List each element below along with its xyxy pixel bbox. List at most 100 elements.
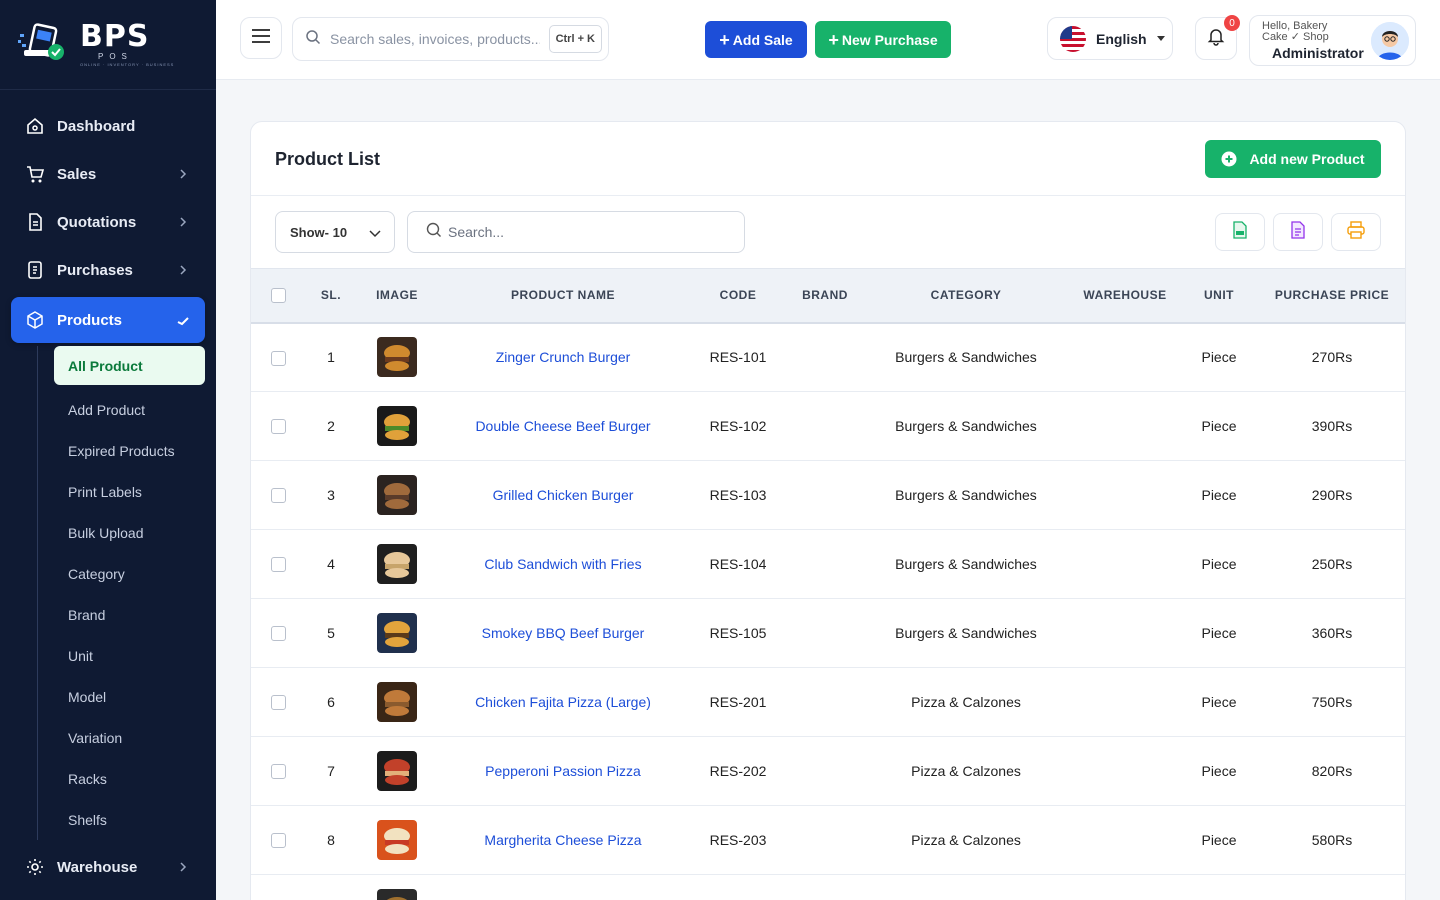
- sidebar-item-products[interactable]: Products: [11, 297, 205, 343]
- product-name-link[interactable]: Club Sandwich with Fries: [437, 529, 689, 599]
- submenu-unit[interactable]: Unit: [54, 635, 216, 676]
- column-header[interactable]: IMAGE: [357, 269, 437, 323]
- sidebar-item-purchases[interactable]: Purchases: [11, 246, 205, 294]
- cell-warehouse: [1069, 529, 1181, 599]
- menu-toggle-button[interactable]: [240, 17, 282, 59]
- table-row[interactable]: 7 Pepperoni Passion Pizza RES-202 Pizza & C…: [251, 736, 1405, 806]
- row-checkbox[interactable]: [270, 488, 286, 504]
- select-all-checkbox[interactable]: [270, 287, 286, 303]
- global-search-input[interactable]: [330, 31, 540, 47]
- product-list-card: Product List Add new Product Show- 10 Se…: [250, 121, 1406, 900]
- cell-category: Burgers & Sandwiches: [863, 460, 1069, 530]
- row-checkbox[interactable]: [270, 695, 286, 711]
- search-icon: [426, 222, 442, 243]
- submenu-variation[interactable]: Variation: [54, 717, 216, 758]
- cell-sl: 2: [305, 391, 357, 461]
- cell-warehouse: [1069, 391, 1181, 461]
- user-menu[interactable]: Hello, Bakery Cake ✓ Shop Administrator: [1249, 15, 1416, 66]
- table-header-row: SL. IMAGE PRODUCT NAME CODE BRAND CATEGO…: [251, 268, 1405, 323]
- notifications-button[interactable]: 0: [1195, 15, 1240, 60]
- cell-sl: 5: [305, 598, 357, 668]
- cell-warehouse: [1069, 667, 1181, 737]
- submenu-expired-products[interactable]: Expired Products: [54, 430, 216, 471]
- new-purchase-button[interactable]: + New Purchase: [815, 21, 951, 58]
- sidebar-item-sales[interactable]: Sales: [11, 150, 205, 198]
- table-search-input[interactable]: [448, 224, 728, 240]
- product-name-link[interactable]: Chicken Fajita Pizza (Large): [437, 667, 689, 737]
- add-new-product-button[interactable]: Add new Product: [1205, 140, 1381, 178]
- submenu-category[interactable]: Category: [54, 553, 216, 594]
- row-select-cell: [251, 736, 305, 806]
- submenu-all-product[interactable]: All Product: [54, 346, 205, 385]
- cell-brand: [787, 736, 863, 806]
- product-name-link[interactable]: Zinger Crunch Burger: [437, 322, 689, 392]
- product-name-link[interactable]: [437, 874, 689, 900]
- home-icon: [25, 116, 45, 136]
- brand-logo[interactable]: BPS POS ONLINE · INVENTORY · BUSINESS: [0, 0, 216, 90]
- brand-sub: POS: [98, 51, 133, 61]
- language-selector[interactable]: English: [1047, 17, 1173, 60]
- row-checkbox[interactable]: [270, 557, 286, 573]
- cell-sl: 1: [305, 322, 357, 392]
- topbar: Ctrl + K + Add Sale + New Purchase Engli…: [216, 0, 1440, 80]
- cell-price: 390Rs: [1257, 391, 1405, 461]
- row-checkbox[interactable]: [270, 833, 286, 849]
- product-name-link[interactable]: Margherita Cheese Pizza: [437, 805, 689, 875]
- column-header[interactable]: PURCHASE PRICE: [1257, 269, 1405, 323]
- column-header[interactable]: CODE: [689, 269, 787, 323]
- submenu-print-labels[interactable]: Print Labels: [54, 471, 216, 512]
- sidebar-item-quotations[interactable]: Quotations: [11, 198, 205, 246]
- table-row[interactable]: 8 Margherita Cheese Pizza RES-203 Pizza & C…: [251, 805, 1405, 875]
- product-name-link[interactable]: Pepperoni Passion Pizza: [437, 736, 689, 806]
- column-header[interactable]: PRODUCT NAME: [437, 269, 689, 323]
- column-header[interactable]: BRAND: [787, 269, 863, 323]
- product-name-link[interactable]: Smokey BBQ Beef Burger: [437, 598, 689, 668]
- table-row[interactable]: 2 Double Cheese Beef Burger RES-102 Burgers…: [251, 391, 1405, 461]
- document-file-icon: [1288, 220, 1308, 245]
- cell-unit: Piece: [1181, 529, 1257, 599]
- submenu-racks[interactable]: Racks: [54, 758, 216, 799]
- row-checkbox[interactable]: [270, 626, 286, 642]
- product-name-link[interactable]: Double Cheese Beef Burger: [437, 391, 689, 461]
- table-row[interactable]: 5 Smokey BBQ Beef Burger RES-105 Burgers & …: [251, 598, 1405, 668]
- sidebar-item-warehouse[interactable]: Warehouse: [11, 843, 205, 891]
- product-thumbnail: [377, 889, 417, 900]
- print-button[interactable]: [1331, 213, 1381, 251]
- expanded-indicator-icon: [175, 313, 191, 329]
- table-row[interactable]: 1 Zinger Crunch Burger RES-101 Burgers & Sa…: [251, 322, 1405, 392]
- sidebar-item-label: Products: [57, 311, 123, 329]
- plus-icon: +: [828, 29, 839, 50]
- column-header[interactable]: WAREHOUSE: [1069, 269, 1181, 323]
- product-name-link[interactable]: Grilled Chicken Burger: [437, 460, 689, 530]
- cell-code: RES-104: [689, 529, 787, 599]
- add-sale-button[interactable]: + Add Sale: [705, 21, 807, 58]
- submenu-brand[interactable]: Brand: [54, 594, 216, 635]
- column-header[interactable]: CATEGORY: [863, 269, 1069, 323]
- caret-down-icon: [1156, 36, 1165, 41]
- page-size-value: Show- 10: [290, 224, 348, 240]
- submenu-add-product[interactable]: Add Product: [54, 389, 216, 430]
- cell-category: [863, 874, 1069, 900]
- sidebar-item-label: Purchases: [57, 261, 133, 279]
- box-icon: [25, 310, 45, 330]
- table-row[interactable]: 6 Chicken Fajita Pizza (Large) RES-201 Pizz…: [251, 667, 1405, 737]
- submenu-bulk-upload[interactable]: Bulk Upload: [54, 512, 216, 553]
- export-csv-button[interactable]: [1215, 213, 1265, 251]
- table-row[interactable]: 3 Grilled Chicken Burger RES-103 Burgers & …: [251, 460, 1405, 530]
- export-pdf-button[interactable]: [1273, 213, 1323, 251]
- sidebar-item-dashboard[interactable]: Dashboard: [11, 102, 205, 150]
- row-checkbox[interactable]: [270, 764, 286, 780]
- row-checkbox[interactable]: [270, 419, 286, 435]
- row-checkbox[interactable]: [270, 350, 286, 366]
- column-header[interactable]: UNIT: [1181, 269, 1257, 323]
- table-row[interactable]: 4 Club Sandwich with Fries RES-104 Burgers …: [251, 529, 1405, 599]
- column-header[interactable]: SL.: [305, 269, 357, 323]
- page-size-select[interactable]: Show- 10: [275, 211, 395, 253]
- submenu-shelfs[interactable]: Shelfs: [54, 799, 216, 840]
- products-submenu: All Product Add Product Expired Products…: [37, 346, 216, 840]
- cell-warehouse: [1069, 736, 1181, 806]
- submenu-model[interactable]: Model: [54, 676, 216, 717]
- table-row[interactable]: [251, 874, 1405, 900]
- cell-code: RES-101: [689, 322, 787, 392]
- chevron-right-icon: [175, 214, 191, 230]
